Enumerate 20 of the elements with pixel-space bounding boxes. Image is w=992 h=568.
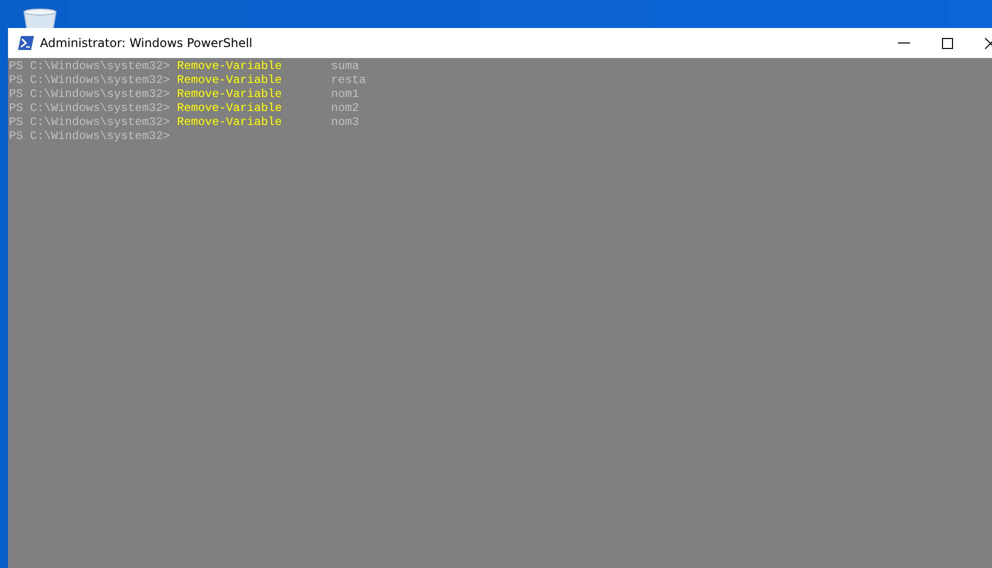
console-argument: nom1 [331,87,359,101]
console-command: Remove-Variable [177,73,283,87]
powershell-icon [18,36,34,50]
console-command: Remove-Variable [177,115,283,129]
console-argument: resta [331,73,366,87]
console-command: Remove-Variable [177,101,283,115]
console-prompt: PS C:\Windows\system32> [9,101,171,115]
window-title: Administrator: Windows PowerShell [40,36,252,50]
console-argument: nom2 [331,101,359,115]
console-prompt: PS C:\Windows\system32> [9,129,171,143]
console-command: Remove-Variable [177,87,283,101]
console-command: Remove-Variable [177,59,283,73]
console-argument: suma [331,59,359,73]
console-prompt: PS C:\Windows\system32> [9,73,171,87]
console-prompt: PS C:\Windows\system32> [9,115,171,129]
maximize-icon[interactable] [942,38,953,48]
console-prompt: PS C:\Windows\system32> [9,59,171,73]
console-argument: nom3 [331,115,359,129]
console-prompt: PS C:\Windows\system32> [9,87,171,101]
minimize-icon[interactable] [898,42,910,44]
